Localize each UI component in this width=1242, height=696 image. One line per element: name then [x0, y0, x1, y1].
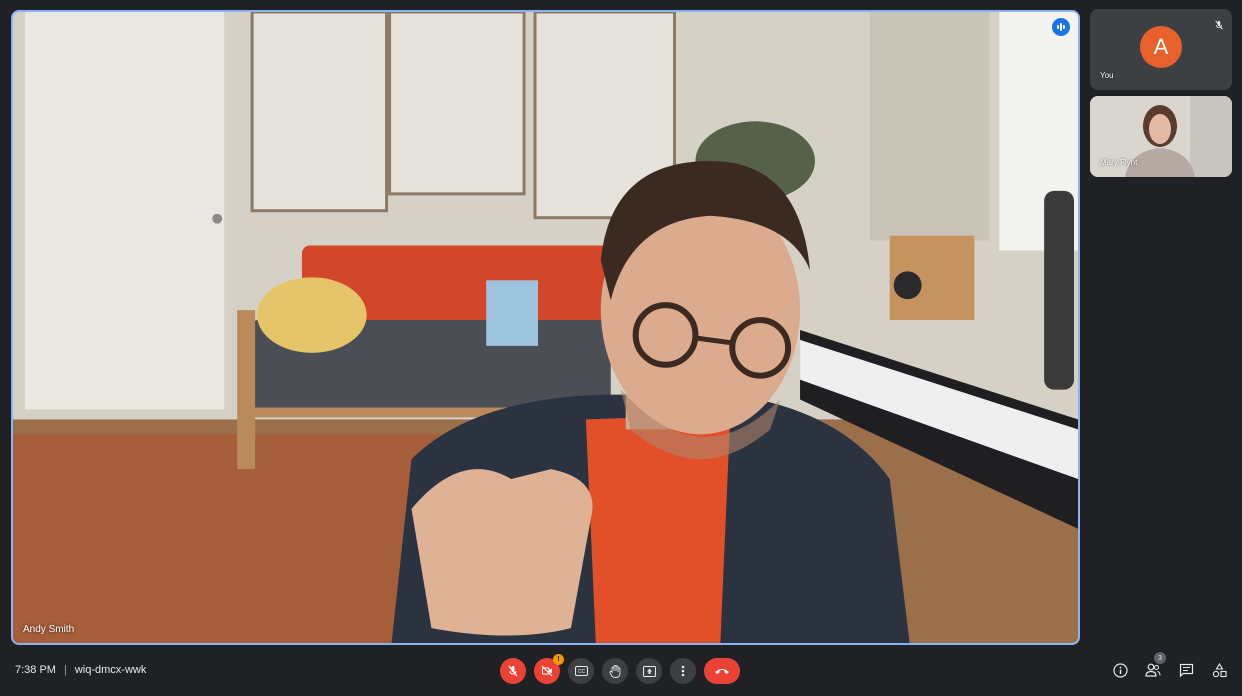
clock-time: 7:38 PM — [15, 664, 56, 676]
meeting-code: wiq-dmcx-wwk — [74, 664, 147, 676]
mic-off-icon — [1214, 17, 1224, 35]
camera-off-icon — [541, 665, 553, 677]
participant-tile-mary-flynt[interactable]: Mary Flynt — [1090, 96, 1232, 177]
microphone-toggle-button[interactable] — [500, 658, 526, 684]
participant-name-label: Mary Flynt — [1100, 158, 1138, 167]
participant-name-label: Andy Smith — [23, 624, 75, 635]
meeting-side-controls: 3 — [1111, 652, 1228, 679]
leave-call-button[interactable] — [704, 658, 740, 684]
svg-text:CC: CC — [577, 669, 585, 675]
people-count-badge: 3 — [1154, 652, 1166, 664]
activities-shapes-icon — [1212, 662, 1227, 677]
mic-off-icon — [508, 665, 518, 677]
more-vert-icon — [681, 665, 685, 677]
raise-hand-button[interactable] — [602, 658, 628, 684]
chat-icon — [1179, 663, 1193, 677]
present-screen-button[interactable] — [636, 658, 662, 684]
avatar: A — [1140, 26, 1182, 68]
captions-button[interactable]: CC — [568, 658, 594, 684]
participant-name-label: You — [1100, 71, 1114, 80]
speaking-indicator-icon — [1052, 18, 1070, 36]
main-video-tile[interactable]: Andy Smith — [11, 10, 1080, 645]
participant-tile-you[interactable]: A You — [1090, 9, 1232, 90]
hang-up-icon — [715, 669, 729, 674]
present-screen-icon — [642, 665, 656, 677]
meeting-toolbar: 7:38 PM | wiq-dmcx-wwk ! CC 3 — [0, 648, 1242, 696]
camera-alert-badge: ! — [553, 654, 564, 665]
chat-button[interactable] — [1177, 661, 1195, 679]
camera-toggle-button[interactable]: ! — [534, 654, 564, 684]
more-options-button[interactable] — [670, 658, 696, 684]
meeting-details-button[interactable] — [1111, 661, 1129, 679]
people-icon — [1145, 663, 1161, 677]
captions-icon: CC — [574, 666, 588, 676]
speaker-video-feed — [13, 12, 1078, 643]
hand-icon — [609, 664, 621, 678]
info-icon — [1112, 662, 1128, 678]
people-button[interactable]: 3 — [1144, 652, 1166, 679]
meeting-info: 7:38 PM | wiq-dmcx-wwk — [15, 664, 146, 676]
call-controls: ! CC — [500, 654, 740, 684]
activities-button[interactable] — [1210, 661, 1228, 679]
info-separator: | — [63, 664, 67, 676]
